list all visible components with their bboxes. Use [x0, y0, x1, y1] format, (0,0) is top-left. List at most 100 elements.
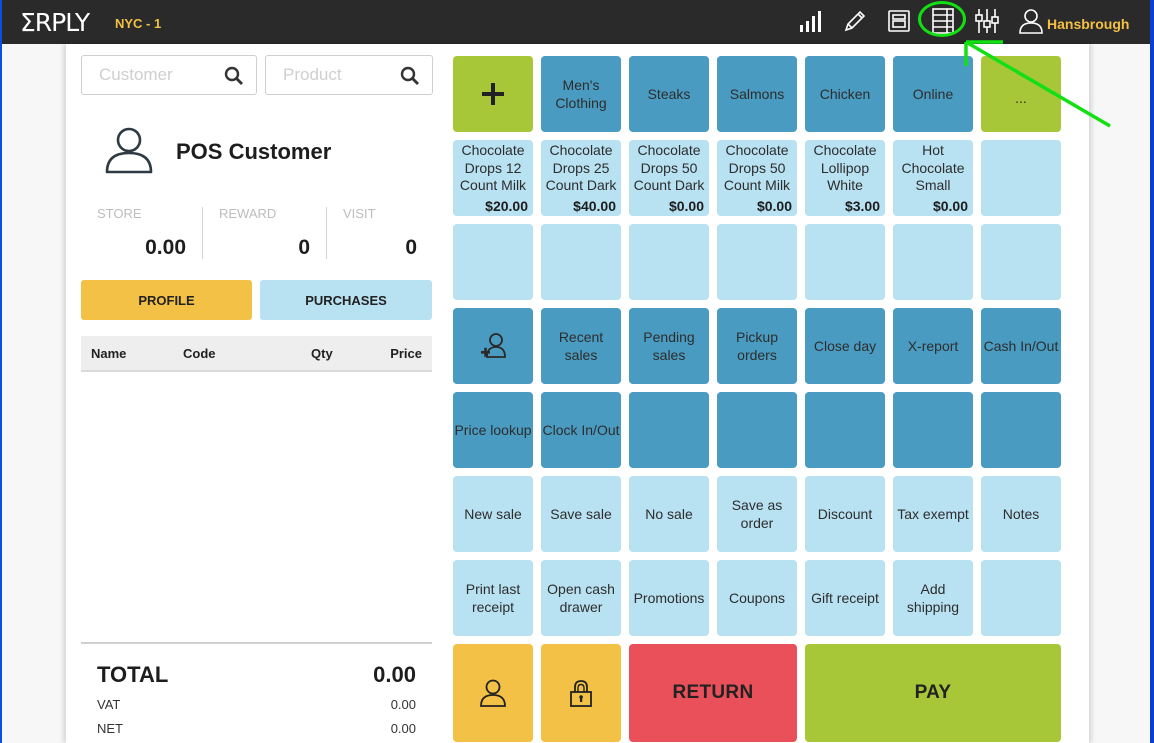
return-button[interactable]: RETURN [629, 644, 797, 742]
cart-table-header: Name Code Qty Price [81, 336, 432, 372]
empty-product-slot[interactable] [981, 224, 1061, 300]
customer-name[interactable]: POS Customer [176, 139, 331, 165]
vat-value: 0.00 [390, 697, 416, 712]
empty-action-slot[interactable] [981, 560, 1061, 636]
no-sale-button[interactable]: No sale [629, 476, 709, 552]
search-icon[interactable] [224, 66, 244, 86]
product-tile[interactable]: Hot Chocolate Small $0.00 [893, 140, 973, 216]
visit-value: 0 [405, 236, 417, 259]
empty-function-slot[interactable] [629, 392, 709, 468]
coupons-button[interactable]: Coupons [717, 560, 797, 636]
cash-in-out-button[interactable]: Cash In/Out [981, 308, 1061, 384]
product-name: Chocolate Drops 50 Count Dark [633, 142, 705, 193]
product-search[interactable] [265, 55, 433, 95]
category-steaks[interactable]: Steaks [629, 56, 709, 132]
pay-button[interactable]: PAY [805, 644, 1061, 742]
customer-button[interactable] [453, 644, 533, 742]
gift-receipt-button[interactable]: Gift receipt [805, 560, 885, 636]
new-sale-button[interactable]: New sale [453, 476, 533, 552]
empty-function-slot[interactable] [717, 392, 797, 468]
discount-button[interactable]: Discount [805, 476, 885, 552]
purchases-tab[interactable]: PURCHASES [260, 280, 432, 320]
user-icon[interactable] [1014, 6, 1048, 36]
search-icon[interactable] [400, 66, 420, 86]
product-price: $0.00 [756, 197, 792, 214]
pickup-orders-button[interactable]: Pickup orders [717, 308, 797, 384]
profile-tab[interactable]: PROFILE [81, 280, 252, 320]
total-value: 0.00 [373, 662, 416, 687]
category-mens-clothing[interactable]: Men's Clothing [541, 56, 621, 132]
empty-product-slot[interactable] [981, 140, 1061, 216]
empty-function-slot[interactable] [981, 392, 1061, 468]
lock-icon [570, 680, 592, 707]
product-tile[interactable]: Chocolate Drops 50 Count Milk $0.00 [717, 140, 797, 216]
promotions-button[interactable]: Promotions [629, 560, 709, 636]
empty-function-slot[interactable] [893, 392, 973, 468]
store-name[interactable]: NYC - 1 [115, 16, 161, 31]
recent-sales-button[interactable]: Recent sales [541, 308, 621, 384]
close-day-button[interactable]: Close day [805, 308, 885, 384]
pencil-icon[interactable] [838, 6, 872, 36]
net-label: NET [97, 721, 123, 736]
more-categories-button[interactable]: ... [981, 56, 1061, 132]
signal-icon[interactable] [794, 6, 828, 36]
store-credit-value: 0.00 [145, 236, 186, 259]
stat-divider [326, 207, 327, 259]
empty-product-slot[interactable] [805, 224, 885, 300]
empty-product-slot[interactable] [717, 224, 797, 300]
print-last-receipt-button[interactable]: Print last receipt [453, 560, 533, 636]
register-icon[interactable] [882, 6, 916, 36]
save-as-order-button[interactable]: Save as order [717, 476, 797, 552]
add-shipping-button[interactable]: Add shipping [893, 560, 973, 636]
col-code: Code [183, 346, 216, 361]
open-cash-drawer-button[interactable]: Open cash drawer [541, 560, 621, 636]
product-tile[interactable]: Chocolate Drops 25 Count Dark $40.00 [541, 140, 621, 216]
top-bar: ΣRPLY NYC - 1 Hansbrough [0, 0, 1154, 44]
add-product-button[interactable] [453, 56, 533, 132]
add-customer-icon [481, 333, 506, 358]
product-price: $20.00 [485, 197, 528, 214]
price-lookup-button[interactable]: Price lookup [453, 392, 533, 468]
store-credit-label: STORE [97, 206, 142, 221]
product-tile[interactable]: Chocolate Drops 50 Count Dark $0.00 [629, 140, 709, 216]
product-name: Hot Chocolate Small [901, 142, 965, 193]
product-tile[interactable]: Chocolate Drops 12 Count Milk $20.00 [453, 140, 533, 216]
customer-search[interactable] [81, 55, 257, 95]
category-chicken[interactable]: Chicken [805, 56, 885, 132]
window-border-left [0, 0, 2, 743]
empty-product-slot[interactable] [453, 224, 533, 300]
product-price: $40.00 [573, 197, 616, 214]
product-name: Chocolate Drops 25 Count Dark [545, 142, 617, 193]
product-name: Chocolate Drops 50 Count Milk [723, 142, 791, 193]
person-icon [480, 679, 506, 707]
notes-button[interactable]: Notes [981, 476, 1061, 552]
customer-avatar-icon [105, 127, 153, 174]
reward-value: 0 [298, 236, 310, 259]
product-tile[interactable]: Chocolate Lollipop White $3.00 [805, 140, 885, 216]
user-name[interactable]: Hansbrough [1047, 16, 1129, 32]
category-salmons[interactable]: Salmons [717, 56, 797, 132]
x-report-button[interactable]: X-report [893, 308, 973, 384]
clock-in-out-button[interactable]: Clock In/Out [541, 392, 621, 468]
lock-button[interactable] [541, 644, 621, 742]
vat-label: VAT [97, 697, 121, 712]
reward-label: REWARD [219, 206, 277, 221]
empty-function-slot[interactable] [805, 392, 885, 468]
pending-sales-button[interactable]: Pending sales [629, 308, 709, 384]
product-name: Chocolate Drops 12 Count Milk [459, 142, 527, 193]
add-customer-button[interactable] [453, 308, 533, 384]
save-sale-button[interactable]: Save sale [541, 476, 621, 552]
tax-exempt-button[interactable]: Tax exempt [893, 476, 973, 552]
product-name: Chocolate Lollipop White [813, 142, 877, 193]
list-view-icon[interactable] [926, 6, 960, 36]
empty-product-slot[interactable] [541, 224, 621, 300]
window-border-right [1150, 0, 1154, 743]
product-price: $3.00 [844, 197, 880, 214]
total-label: TOTAL [97, 662, 169, 687]
empty-product-slot[interactable] [893, 224, 973, 300]
category-online[interactable]: Online [893, 56, 973, 132]
product-price: $0.00 [932, 197, 968, 214]
settings-sliders-icon[interactable] [970, 6, 1004, 36]
net-value: 0.00 [390, 721, 416, 736]
empty-product-slot[interactable] [629, 224, 709, 300]
